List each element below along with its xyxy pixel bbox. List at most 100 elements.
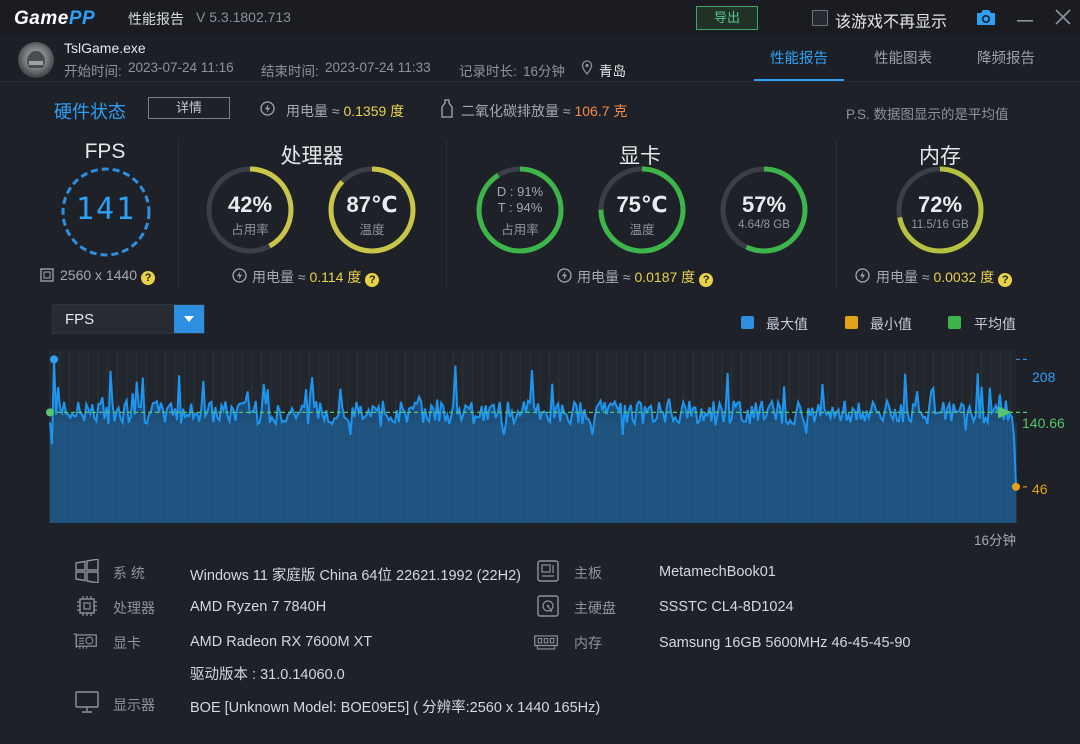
total-power: 用电量 ≈ 0.1359 度	[286, 103, 405, 119]
chart-max-label: 208	[1032, 369, 1056, 385]
metric-select[interactable]: FPS	[52, 304, 205, 334]
power-icon	[557, 268, 572, 283]
resolution: 2560 x 1440?	[60, 267, 156, 285]
monitor-icon	[75, 691, 99, 713]
disk-value: SSSTC CL4-8D1024	[659, 599, 794, 615]
cpu-usage-value: 42%	[227, 192, 273, 217]
memory-label: 内存	[574, 635, 602, 651]
legend-min: 最小值	[870, 316, 912, 332]
minimize-icon[interactable]	[1016, 6, 1034, 28]
fps-chart	[46, 350, 1028, 523]
divider	[836, 140, 837, 290]
chart-time-label: 16分钟	[974, 533, 1017, 548]
details-button[interactable]: 详情	[148, 97, 230, 119]
disk-icon	[537, 595, 559, 617]
chart-min-label: 46	[1032, 481, 1048, 497]
tab-performance-report[interactable]: 性能报告	[770, 47, 828, 68]
system-label: 系 统	[113, 565, 145, 581]
help-icon[interactable]: ?	[365, 273, 380, 287]
cpu-power: 用电量 ≈ 0.114 度?	[252, 267, 380, 287]
average-note: P.S. 数据图显示的是平均值	[846, 107, 1009, 122]
export-button[interactable]: 导出	[696, 6, 758, 30]
cpu-temp-gauge: 87℃ 温度	[326, 164, 418, 256]
gpu-vram-sub: 4.64/8 GB	[738, 219, 790, 231]
legend-avg-swatch	[948, 316, 961, 329]
location-icon	[581, 60, 593, 75]
motherboard-icon	[537, 560, 559, 582]
cpu-usage-label: 占用率	[231, 223, 269, 237]
cpu-label: 处理器	[113, 600, 155, 616]
resolution-icon	[40, 268, 54, 282]
fps-value: 141	[75, 192, 137, 227]
gpu-temp-value: 75℃	[616, 192, 668, 217]
game-avatar	[18, 42, 54, 78]
help-icon[interactable]: ?	[998, 273, 1013, 287]
monitor-label: 显示器	[113, 697, 155, 713]
gpu-value: AMD Radeon RX 7600M XT	[190, 634, 373, 650]
duration: 16分钟	[523, 64, 566, 79]
avg-start-point	[46, 408, 54, 417]
start-time: 2023-07-24 11:16	[128, 60, 234, 75]
co2-icon	[441, 99, 453, 118]
windows-icon	[75, 559, 99, 583]
tab-performance-chart[interactable]: 性能图表	[874, 47, 932, 68]
legend-min-swatch	[845, 316, 858, 329]
gpu-icon	[73, 633, 97, 649]
motherboard-value: MetamechBook01	[659, 564, 776, 580]
end-time-label: 结束时间:	[261, 64, 319, 79]
gpu-temp-label: 温度	[629, 223, 655, 237]
co2-emission: 二氧化碳排放量 ≈ 106.7 克	[461, 103, 628, 119]
total-power-value: 0.1359 度	[343, 103, 405, 119]
memory-usage-sub: 11.5/16 GB	[911, 219, 969, 231]
gpu-temp-gauge: 75℃ 温度	[596, 164, 688, 256]
power-icon	[855, 268, 870, 283]
dont-show-checkbox[interactable]	[812, 10, 828, 26]
cpu-temp-label: 温度	[359, 223, 385, 237]
disk-label: 主硬盘	[574, 600, 616, 616]
cpu-icon	[77, 596, 97, 616]
legend-max-swatch	[741, 316, 754, 329]
legend-max: 最大值	[766, 316, 808, 332]
help-icon[interactable]: ?	[141, 271, 156, 285]
memory-usage-gauge: 72% 11.5/16 GB	[894, 164, 986, 256]
end-time: 2023-07-24 11:33	[325, 60, 431, 75]
max-point	[50, 355, 59, 364]
gamepp-logo: GamePP	[14, 8, 96, 29]
fps-section-title: FPS	[84, 140, 126, 163]
co2-value: 106.7 克	[574, 103, 628, 119]
memory-power: 用电量 ≈ 0.0032 度?	[876, 267, 1013, 287]
chevron-down-icon[interactable]	[174, 305, 204, 333]
close-icon[interactable]	[1054, 7, 1072, 27]
legend-avg: 平均值	[974, 316, 1016, 332]
gpu-vram-gauge: 57% 4.64/8 GB	[718, 164, 810, 256]
app-version: V 5.3.1802.713	[196, 9, 291, 25]
cpu-usage-gauge: 42% 占用率	[204, 164, 296, 256]
gpu-usage-gauge: D : 91% T : 94% 占用率	[474, 164, 566, 256]
help-icon[interactable]: ?	[699, 273, 714, 287]
memory-icon	[534, 635, 558, 650]
game-exe-name: TslGame.exe	[64, 40, 146, 56]
gpu-t-usage: T : 94%	[497, 200, 543, 215]
tab-throttle-report[interactable]: 降频报告	[977, 47, 1035, 68]
monitor-value: BOE [Unknown Model: BOE09E5] ( 分辨率:2560 …	[190, 700, 601, 716]
memory-value: Samsung 16GB 5600MHz 46-45-45-90	[659, 635, 911, 651]
chart-avg-label: 140.66	[1022, 415, 1065, 431]
driver-version: 驱动版本 : 31.0.14060.0	[190, 667, 345, 683]
gpu-label: 显卡	[113, 635, 141, 651]
power-icon	[260, 101, 275, 116]
divider	[446, 140, 447, 290]
location: 青岛	[599, 64, 626, 79]
camera-icon[interactable]	[976, 9, 996, 26]
metric-select-value: FPS	[65, 311, 95, 328]
gpu-d-usage: D : 91%	[496, 184, 544, 199]
system-value: Windows 11 家庭版 China 64位 22621.1992 (22H…	[190, 568, 521, 584]
memory-usage-value: 72%	[917, 192, 963, 217]
title-bar: GamePP 性能报告 V 5.3.1802.713 导出 该游戏不再显示	[0, 0, 1080, 36]
start-time-label: 开始时间:	[64, 64, 122, 79]
gpu-usage-label: 占用率	[501, 223, 539, 237]
fps-dial: 141	[60, 166, 152, 258]
hardware-status-title: 硬件状态	[54, 102, 126, 122]
min-point	[1012, 482, 1020, 491]
gpu-vram-value: 57%	[741, 192, 787, 217]
dont-show-label[interactable]: 该游戏不再显示	[835, 8, 947, 32]
